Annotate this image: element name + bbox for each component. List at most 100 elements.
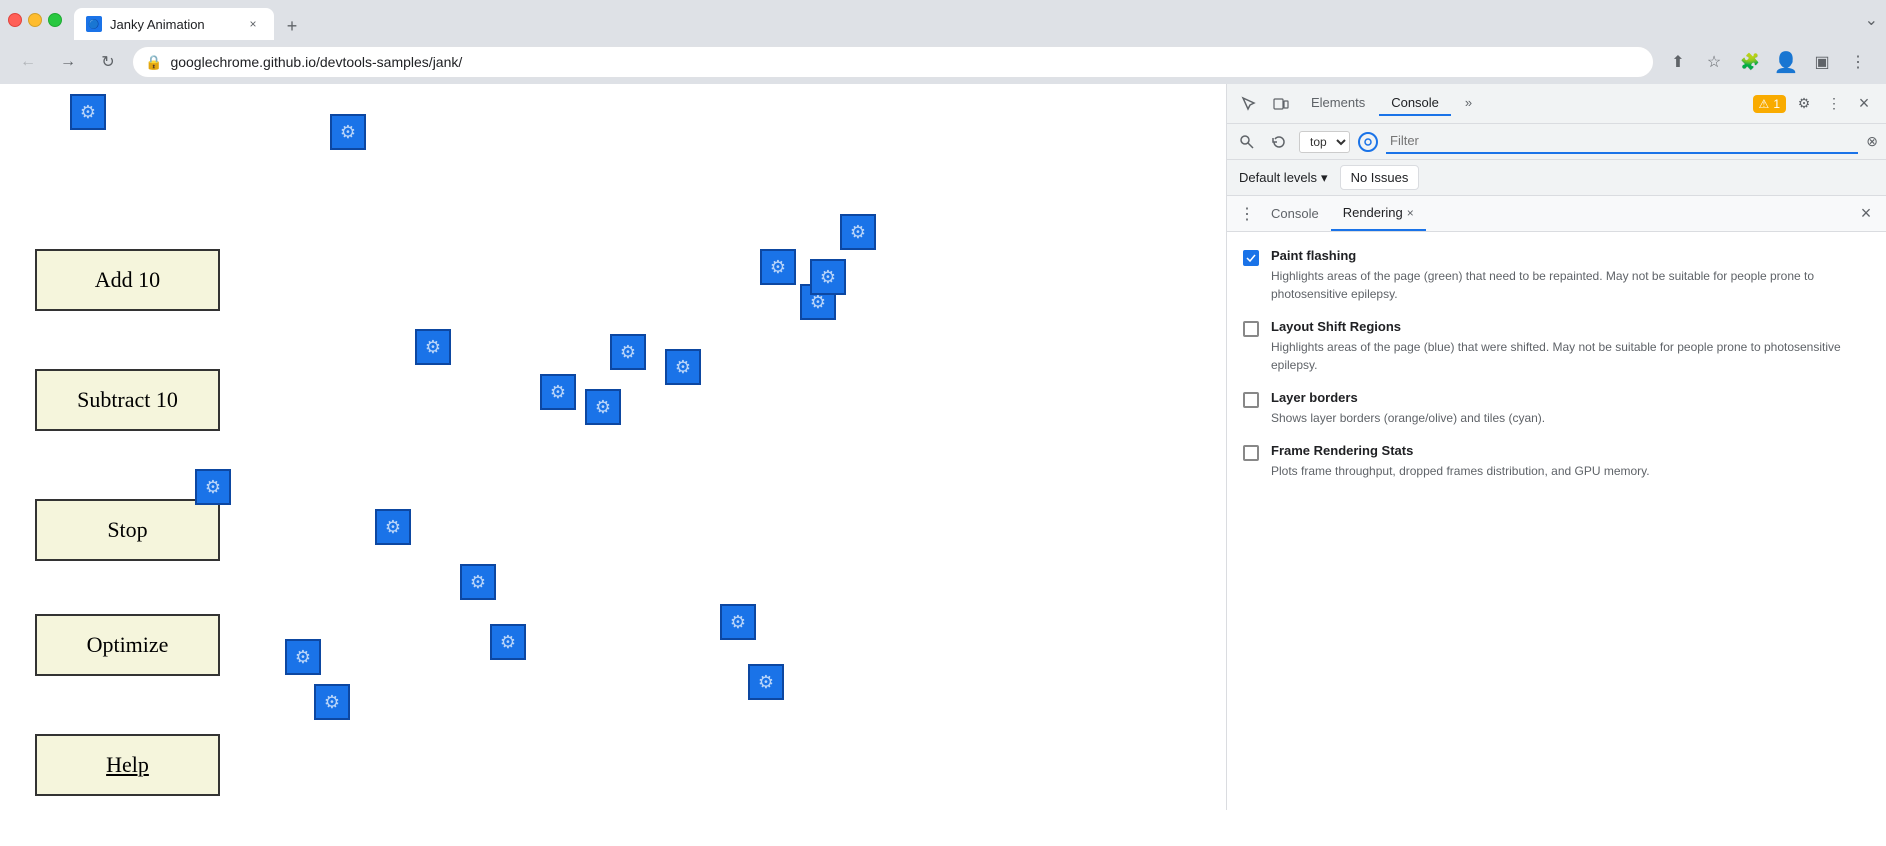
address-bar[interactable]: 🔒 googlechrome.github.io/devtools-sample… [132,46,1654,78]
tab-title: Janky Animation [110,17,236,32]
devtools-close-button[interactable]: × [1850,90,1878,118]
option-desc-frame-rendering: Plots frame throughput, dropped frames d… [1271,462,1650,480]
reload-button[interactable]: ↻ [92,46,124,78]
devtools-settings-button[interactable]: ⚙ [1790,90,1818,118]
extensions-icon[interactable]: 🧩 [1734,46,1766,78]
eye-icon[interactable] [1358,132,1378,152]
rendering-tab-close[interactable]: × [1407,206,1414,220]
panel-tab-console[interactable]: Console [1259,196,1331,231]
devtools-main-tabs: Elements Console » [1299,91,1749,116]
default-levels-arrow: ▾ [1321,170,1328,186]
profile-icon[interactable]: 👤 [1770,46,1802,78]
clear-console-button[interactable] [1267,130,1291,154]
tab-favicon: 🔵 [86,16,102,32]
no-issues-button[interactable]: No Issues [1340,165,1420,190]
traffic-lights [8,13,62,27]
tab-more[interactable]: » [1453,91,1484,116]
browser-tab[interactable]: 🔵 Janky Animation × [74,8,274,40]
default-levels-button[interactable]: Default levels ▾ [1239,170,1328,186]
device-toolbar-icon[interactable] [1267,90,1295,118]
blue-square [285,639,321,675]
sidebar-toggle-icon[interactable]: ▣ [1806,46,1838,78]
blue-square [195,469,231,505]
bookmark-icon[interactable]: ☆ [1698,46,1730,78]
close-traffic-light[interactable] [8,13,22,27]
blue-square [490,624,526,660]
chrome-menu-icon[interactable]: ⋮ [1842,46,1874,78]
blue-square [760,249,796,285]
option-desc-layout-shift: Highlights areas of the page (blue) that… [1271,338,1870,374]
browser-chrome: 🔵 Janky Animation × + ⌄ ← → ↻ 🔒 googlech… [0,0,1886,84]
tab-elements[interactable]: Elements [1299,91,1377,116]
share-icon[interactable]: ⬆ [1662,46,1694,78]
maximize-traffic-light[interactable] [48,13,62,27]
console-filter-input[interactable] [1386,130,1858,154]
devtools-panel-tabs: ⋮ Console Rendering × × [1227,196,1886,232]
panel-tab-rendering[interactable]: Rendering × [1331,196,1426,231]
new-tab-button[interactable]: + [278,12,306,40]
render-option-frame-rendering: Frame Rendering Stats Plots frame through… [1243,443,1870,480]
blue-square [610,334,646,370]
checkbox-layout-shift[interactable] [1243,321,1259,337]
forward-button[interactable]: → [52,46,84,78]
devtools-right-actions: ⚙ ⋮ × [1790,90,1878,118]
help-button[interactable]: Help [35,734,220,796]
address-text: googlechrome.github.io/devtools-samples/… [170,54,1641,70]
blue-square [540,374,576,410]
option-label-layout-shift: Layout Shift Regions [1271,319,1870,334]
add10-button[interactable]: Add 10 [35,249,220,311]
optimize-button[interactable]: Optimize [35,614,220,676]
filter-icon[interactable] [1235,130,1259,154]
main-area: Add 10 Subtract 10 Stop Optimize Help El… [0,84,1886,810]
checkbox-paint-flashing[interactable] [1243,250,1259,266]
tab-console[interactable]: Console [1379,91,1451,116]
checkbox-layer-borders[interactable] [1243,392,1259,408]
option-desc-paint-flashing: Highlights areas of the page (green) tha… [1271,267,1870,303]
toolbar-actions: ⬆ ☆ 🧩 👤 ▣ ⋮ [1662,46,1874,78]
lock-icon: 🔒 [145,54,162,71]
rendering-panel-content: Paint flashing Highlights areas of the pa… [1227,232,1886,810]
minimize-traffic-light[interactable] [28,13,42,27]
panel-close-button[interactable]: × [1854,202,1878,226]
render-option-paint-flashing: Paint flashing Highlights areas of the pa… [1243,248,1870,303]
context-selector[interactable]: top [1299,131,1350,153]
devtools-filter-row: top ⊗ [1227,124,1886,160]
inspector-icon[interactable] [1235,90,1263,118]
blue-square [720,604,756,640]
blue-square [375,509,411,545]
back-button[interactable]: ← [12,46,44,78]
warning-count: 1 [1773,97,1780,111]
blue-square [330,114,366,150]
stop-button[interactable]: Stop [35,499,220,561]
rendering-options: Paint flashing Highlights areas of the pa… [1243,248,1870,480]
blue-square [748,664,784,700]
blue-square [665,349,701,385]
checkbox-frame-rendering[interactable] [1243,445,1259,461]
subtract10-button[interactable]: Subtract 10 [35,369,220,431]
filter-clear-icon[interactable]: ⊗ [1866,133,1878,150]
option-label-paint-flashing: Paint flashing [1271,248,1870,263]
browser-menu-button[interactable]: ⌄ [1865,10,1878,30]
levels-row: Default levels ▾ No Issues [1227,160,1886,196]
tab-close-button[interactable]: × [244,15,262,33]
blue-square [585,389,621,425]
browser-toolbar: ← → ↻ 🔒 googlechrome.github.io/devtools-… [0,40,1886,84]
devtools-header: Elements Console » ⚠ 1 ⚙ ⋮ × [1227,84,1886,124]
panel-more-icon[interactable]: ⋮ [1235,202,1259,226]
option-label-frame-rendering: Frame Rendering Stats [1271,443,1650,458]
blue-square [415,329,451,365]
warning-badge[interactable]: ⚠ 1 [1753,95,1786,113]
blue-square [460,564,496,600]
option-desc-layer-borders: Shows layer borders (orange/olive) and t… [1271,409,1545,427]
option-label-layer-borders: Layer borders [1271,390,1545,405]
render-option-layout-shift: Layout Shift Regions Highlights areas of … [1243,319,1870,374]
page-content: Add 10 Subtract 10 Stop Optimize Help [0,84,1226,810]
blue-square [840,214,876,250]
devtools-panel: Elements Console » ⚠ 1 ⚙ ⋮ × top [1226,84,1886,810]
devtools-more-button[interactable]: ⋮ [1820,90,1848,118]
render-option-layer-borders: Layer borders Shows layer borders (orange… [1243,390,1870,427]
blue-square [810,259,846,295]
blue-square [70,94,106,130]
default-levels-label: Default levels [1239,170,1317,185]
warning-icon: ⚠ [1759,97,1770,111]
